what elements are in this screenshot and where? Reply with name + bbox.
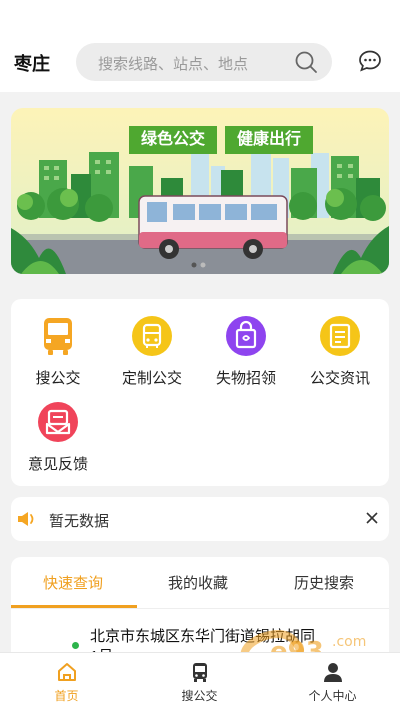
nav-home[interactable]: 首页 <box>0 653 133 710</box>
notice-bar: 暂无数据 <box>11 497 389 541</box>
grid-label: 意见反馈 <box>27 456 88 473</box>
search-bar[interactable]: 搜索线路、站点、地点 <box>76 43 332 81</box>
grid-item-search-bus[interactable]: 搜公交 <box>13 315 103 391</box>
bus-icon <box>193 663 207 682</box>
tab-divider <box>11 608 389 609</box>
grid-label: 搜公交 <box>35 370 81 387</box>
banner-slogan: 绿色公交 健康出行 <box>129 126 313 154</box>
grid-label: 定制公交 <box>121 370 182 387</box>
svg-text:.com: .com <box>332 634 366 650</box>
grid-label: 失物招领 <box>215 370 276 387</box>
search-placeholder: 搜索线路、站点、地点 <box>98 56 249 73</box>
banner-pagination <box>191 262 206 268</box>
nav-search-bus[interactable]: 搜公交 <box>133 653 266 710</box>
feature-grid: 搜公交 定制公交 失物招领 公交资讯 意见反馈 <box>11 299 389 486</box>
grid-label: 公交资讯 <box>309 370 370 387</box>
speaker-icon <box>18 512 34 526</box>
grid-item-bus-news[interactable]: 公交资讯 <box>295 315 385 391</box>
close-icon[interactable] <box>365 511 379 525</box>
message-icon[interactable] <box>358 49 382 73</box>
promo-banner[interactable]: 绿色公交 健康出行 <box>11 108 389 274</box>
tab-favorites[interactable]: 我的收藏 <box>168 572 228 593</box>
nav-label: 搜公交 <box>181 689 218 703</box>
nav-label: 首页 <box>54 689 79 703</box>
home-icon <box>58 663 76 681</box>
custom-bus-icon <box>132 316 172 356</box>
notice-text: 暂无数据 <box>49 513 110 530</box>
grid-item-feedback[interactable]: 意见反馈 <box>13 401 103 477</box>
search-icon[interactable] <box>294 50 318 74</box>
city-selector[interactable]: 枣庄 <box>14 50 50 76</box>
lost-found-bag-icon <box>226 316 266 356</box>
nav-profile[interactable]: 个人中心 <box>266 653 399 710</box>
person-icon <box>324 663 342 682</box>
grid-item-lost-found[interactable]: 失物招领 <box>201 315 291 391</box>
nav-label: 个人中心 <box>308 689 357 703</box>
location-dot-icon <box>72 642 79 649</box>
slogan-right: 健康出行 <box>225 126 313 154</box>
grid-item-custom-bus[interactable]: 定制公交 <box>107 315 197 391</box>
tab-quick-query[interactable]: 快速查询 <box>43 572 103 593</box>
tab-history[interactable]: 历史搜索 <box>294 572 354 593</box>
news-icon <box>320 316 360 356</box>
slogan-left: 绿色公交 <box>129 126 217 154</box>
feedback-icon <box>38 402 78 442</box>
bottom-nav: 首页 搜公交 个人中心 <box>0 652 400 710</box>
bus-icon <box>44 318 72 355</box>
top-bar: 枣庄 搜索线路、站点、地点 <box>0 0 400 92</box>
